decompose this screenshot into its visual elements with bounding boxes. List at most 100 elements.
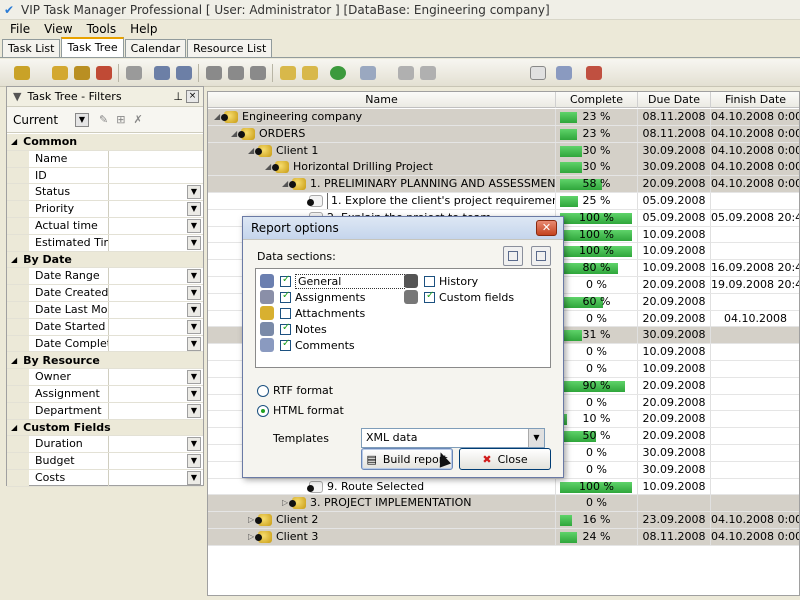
print-icon[interactable] (360, 66, 376, 80)
section-checkbox[interactable] (280, 322, 291, 335)
chevron-down-icon[interactable]: ▼ (187, 336, 201, 351)
filter-category[interactable]: ◢ Common (7, 134, 203, 151)
task-name-cell[interactable]: 1. Explore the client's project requirem… (208, 193, 556, 209)
filter-value[interactable]: ▼ (109, 302, 203, 318)
task-name-cell[interactable]: ▷ Client 2 (208, 512, 556, 529)
filter-value[interactable]: ▼ (109, 386, 203, 402)
filter-value[interactable] (109, 168, 203, 184)
edit-filter-icon[interactable]: ✎ (99, 113, 108, 126)
chevron-down-icon[interactable]: ▼ (187, 235, 201, 250)
move-up-icon[interactable] (206, 66, 222, 80)
collapse-icon[interactable]: ◢ (11, 255, 17, 264)
section-attachments[interactable]: Attachments (260, 305, 365, 321)
table-row[interactable]: 1. Explore the client's project requirem… (208, 193, 799, 210)
chevron-down-icon[interactable]: ▼ (187, 403, 201, 418)
pin-icon[interactable]: ⊥ (173, 90, 183, 103)
filter-value[interactable]: ▼ (109, 470, 203, 486)
filter-value[interactable] (109, 151, 203, 167)
header-name[interactable]: Name (208, 92, 556, 108)
edit-task-icon[interactable] (74, 66, 90, 80)
menu-view[interactable]: View (44, 22, 72, 36)
chevron-down-icon[interactable]: ▼ (187, 370, 201, 385)
add-filter-icon[interactable]: ⊞ (116, 113, 125, 126)
task-name-cell[interactable]: ▷ Client 3 (208, 529, 556, 545)
chevron-down-icon[interactable]: ▼ (75, 112, 89, 127)
chevron-down-icon[interactable]: ▼ (187, 202, 201, 217)
templates-select[interactable]: XML data ▼ (361, 428, 545, 448)
table-row[interactable]: ▷ Client 2 16 % 23.09.2008 04.10.2008 0:00 (208, 512, 799, 529)
chevron-down-icon[interactable]: ▼ (187, 386, 201, 401)
table-row[interactable]: ◢ 1. PRELIMINARY PLANNING AND ASSESSMENT 5… (208, 176, 799, 193)
section-general[interactable]: General (260, 273, 405, 289)
filter-icon[interactable] (126, 66, 142, 80)
fit-width-icon[interactable] (398, 66, 414, 80)
move-down-icon[interactable] (250, 66, 266, 80)
section-custom-fields[interactable]: Custom fields (404, 289, 514, 305)
chevron-down-icon[interactable]: ▼ (187, 319, 201, 334)
header-finish-date[interactable]: Finish Date (711, 92, 799, 108)
view-dropdown-icon[interactable] (530, 66, 546, 80)
collapse-all-icon[interactable] (302, 66, 318, 80)
filter-value[interactable]: ▼ (109, 336, 203, 352)
filter-category[interactable]: ◢ By Resource (7, 352, 203, 370)
section-checkbox[interactable] (280, 338, 291, 351)
close-button[interactable]: ✖ Close (459, 448, 551, 470)
section-checkbox[interactable] (280, 290, 291, 303)
filter-value[interactable]: ▼ (109, 184, 203, 200)
task-name-cell[interactable]: ◢ Horizontal Drilling Project (208, 159, 556, 176)
menu-tools[interactable]: Tools (87, 22, 117, 36)
filter-value[interactable]: ▼ (109, 268, 203, 284)
section-checkbox[interactable] (424, 275, 435, 287)
section-assignments[interactable]: Assignments (260, 289, 366, 305)
tab-task-tree[interactable]: Task Tree (61, 37, 124, 57)
task-name-cell[interactable]: ◢ Engineering company (208, 109, 556, 125)
collapse-icon[interactable]: ◢ (11, 356, 17, 365)
new-subtask-icon[interactable] (52, 66, 68, 80)
filter-value[interactable]: ▼ (109, 218, 203, 234)
chevron-down-icon[interactable]: ▼ (187, 185, 201, 200)
filter-value[interactable]: ▼ (109, 235, 203, 251)
section-checkbox[interactable] (424, 290, 435, 303)
export-icon[interactable] (586, 66, 602, 80)
table-row[interactable]: 9. Route Selected 100 % 10.09.2008 (208, 478, 799, 496)
filter-value[interactable]: ▼ (109, 319, 203, 335)
table-row[interactable]: ◢ Engineering company 23 % 08.11.2008 04.10.… (208, 109, 799, 126)
dialog-close-button[interactable]: ✕ (536, 220, 557, 236)
table-row[interactable]: ▷ 3. PROJECT IMPLEMENTATION 0 % (208, 495, 799, 513)
section-comments[interactable]: Comments (260, 337, 355, 353)
task-name-cell[interactable]: ◢ Client 1 (208, 142, 556, 159)
collapse-icon[interactable]: ◢ (11, 423, 17, 432)
expand-all-icon[interactable] (280, 66, 296, 80)
clear-filter-icon[interactable]: ✗ (133, 113, 142, 126)
chevron-down-icon[interactable]: ▼ (187, 286, 201, 301)
header-due-date[interactable]: Due Date (638, 92, 711, 108)
tab-calendar[interactable]: Calendar (124, 39, 187, 57)
filter-category[interactable]: ◢ By Date (7, 251, 203, 269)
section-history[interactable]: History (404, 273, 478, 289)
delete-task-icon[interactable] (96, 66, 112, 80)
tab-resource-list[interactable]: Resource List (187, 39, 273, 57)
task-name-cell[interactable]: 9. Route Selected (208, 478, 556, 495)
task-name-cell[interactable]: ◢ 1. PRELIMINARY PLANNING AND ASSESSMENT (208, 176, 556, 193)
report-icon[interactable] (556, 66, 572, 80)
rtf-format-radio[interactable]: RTF format (257, 384, 333, 397)
filter-value[interactable]: ▼ (109, 201, 203, 217)
chevron-down-icon[interactable]: ▼ (187, 454, 201, 469)
filter-value[interactable]: ▼ (109, 285, 203, 301)
chevron-down-icon[interactable]: ▼ (187, 218, 201, 233)
close-icon[interactable]: × (186, 90, 199, 103)
filter-value[interactable]: ▼ (109, 436, 203, 452)
new-task-icon[interactable] (14, 66, 30, 80)
chevron-down-icon[interactable]: ▼ (187, 437, 201, 452)
menu-help[interactable]: Help (130, 22, 157, 36)
collapse-icon[interactable]: ◢ (11, 137, 17, 146)
chevron-down-icon[interactable]: ▼ (528, 429, 544, 447)
table-row[interactable]: ◢ ORDERS 23 % 08.11.2008 04.10.2008 0:00 (208, 125, 799, 143)
move-top-icon[interactable] (228, 66, 244, 80)
section-notes[interactable]: Notes (260, 321, 327, 337)
table-row[interactable]: ◢ Client 1 30 % 30.09.2008 04.10.2008 0:00 (208, 142, 799, 160)
copy-task-icon[interactable] (154, 66, 170, 80)
header-complete[interactable]: Complete (556, 92, 638, 108)
table-row[interactable]: ◢ Horizontal Drilling Project 30 % 30.09.20… (208, 159, 799, 177)
current-filter[interactable]: Current (13, 113, 75, 127)
